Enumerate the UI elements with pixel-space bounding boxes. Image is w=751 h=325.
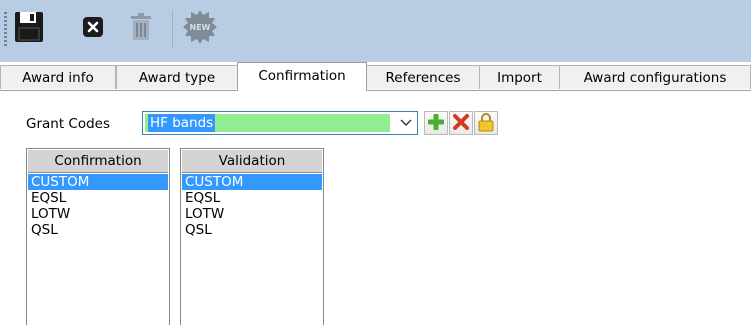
new-button[interactable]: NEW	[180, 9, 220, 48]
list-item[interactable]: EQSL	[28, 190, 168, 206]
confirmation-list[interactable]: Confirmation CUSTOM EQSL LOTW QSL	[26, 148, 170, 325]
grant-codes-value: HF bands	[148, 114, 216, 132]
list-item[interactable]: CUSTOM	[28, 174, 168, 190]
list-item[interactable]: EQSL	[182, 190, 322, 206]
tab-award-configurations[interactable]: Award configurations	[559, 65, 751, 89]
add-grant-button[interactable]	[424, 111, 448, 135]
lock-grant-button[interactable]	[474, 111, 498, 135]
close-button[interactable]	[80, 10, 106, 46]
tab-import[interactable]: Import	[479, 65, 560, 89]
toolbar: NEW	[0, 0, 751, 62]
chevron-down-icon	[400, 116, 412, 130]
tab-award-type[interactable]: Award type	[116, 65, 238, 89]
lock-icon	[477, 112, 495, 135]
grant-codes-label: Grant Codes	[26, 116, 111, 132]
trash-icon	[130, 12, 152, 45]
save-button[interactable]	[12, 10, 46, 46]
close-icon	[82, 16, 104, 41]
dropdown-button[interactable]	[397, 113, 415, 133]
delete-button[interactable]	[128, 10, 154, 46]
grant-codes-combobox[interactable]: HF bands	[142, 111, 418, 135]
toolbar-grip[interactable]	[4, 12, 7, 46]
grant-codes-field[interactable]: HF bands	[145, 114, 390, 132]
tab-references[interactable]: References	[366, 65, 480, 89]
add-icon	[427, 113, 445, 134]
confirmation-list-header: Confirmation	[28, 150, 168, 173]
toolbar-separator	[172, 10, 173, 48]
validation-list[interactable]: Validation CUSTOM EQSL LOTW QSL	[180, 148, 324, 325]
delete-icon	[452, 113, 470, 134]
tab-award-info[interactable]: Award info	[0, 65, 116, 89]
list-item[interactable]: QSL	[28, 222, 168, 238]
list-item[interactable]: LOTW	[182, 206, 322, 222]
delete-grant-button[interactable]	[449, 111, 473, 135]
tab-confirmation[interactable]: Confirmation	[237, 62, 367, 91]
save-icon	[14, 11, 44, 46]
validation-list-header: Validation	[182, 150, 322, 173]
new-badge-icon: NEW	[182, 9, 218, 48]
svg-text:NEW: NEW	[190, 23, 211, 32]
list-item[interactable]: LOTW	[28, 206, 168, 222]
tab-bar: Award info Award type Confirmation Refer…	[0, 62, 751, 91]
list-item[interactable]: CUSTOM	[182, 174, 322, 190]
list-item[interactable]: QSL	[182, 222, 322, 238]
